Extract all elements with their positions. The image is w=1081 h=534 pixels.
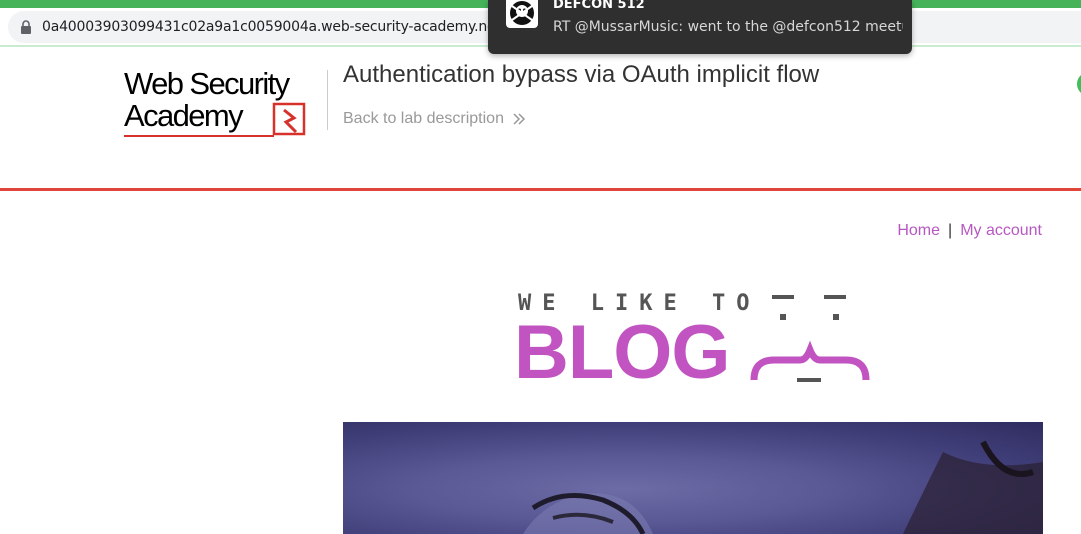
- logo-underline: [124, 135, 274, 137]
- lock-icon: [21, 20, 31, 34]
- double-chevron-right-icon[interactable]: [512, 112, 526, 126]
- logo-text-line1: Web Security: [124, 66, 290, 101]
- web-security-academy-logo[interactable]: Web Security Academy: [124, 66, 324, 140]
- url-text: 0a40003903099431c02a9a1c0059004a.web-sec…: [42, 19, 501, 35]
- logo-text-line2: Academy: [124, 98, 244, 133]
- lab-status-indicator: [1077, 72, 1081, 96]
- blog-post-image[interactable]: [343, 422, 1043, 534]
- header-divider: [327, 70, 328, 130]
- nav-separator: |: [948, 222, 953, 239]
- blog-face-icon: [750, 295, 870, 382]
- back-to-lab-description-link[interactable]: Back to lab description: [343, 110, 504, 128]
- image-content: [523, 440, 1043, 534]
- logo-bolt-icon: [272, 102, 306, 136]
- lab-title: Authentication bypass via OAuth implicit…: [343, 61, 820, 88]
- nav-my-account-link[interactable]: My account: [960, 222, 1042, 239]
- nav-home-link[interactable]: Home: [897, 222, 940, 239]
- blog-nav: Home | My account: [897, 222, 1042, 240]
- notification-title: DEFCON 512: [553, 0, 645, 12]
- notification-body: RT @MussarMusic: went to the @defcon512 …: [553, 19, 903, 35]
- desktop-notification[interactable]: DEFCON 512 RT @MussarMusic: went to the …: [488, 0, 912, 54]
- banner-title: BLOG: [514, 310, 731, 395]
- defcon-avatar-icon: [506, 0, 538, 28]
- header-rule: [0, 188, 1081, 191]
